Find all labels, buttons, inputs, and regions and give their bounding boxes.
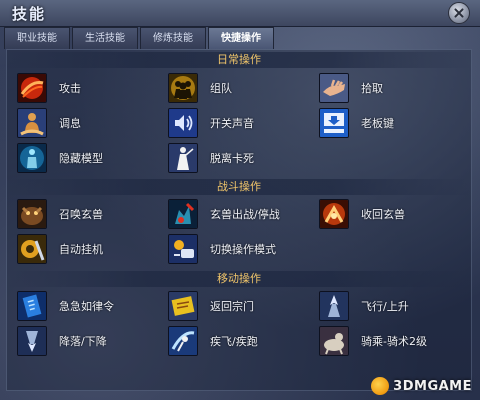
window-title: 技能 [12, 5, 47, 23]
action-label: 返回宗门 [210, 300, 254, 313]
attack-icon [17, 73, 47, 103]
action-talisman[interactable]: 急急如律令 [17, 290, 167, 324]
tab-cultivation-skills[interactable]: 修炼技能 [140, 27, 206, 49]
action-label: 骑乘-骑术2级 [361, 335, 427, 348]
sprint-icon [168, 326, 198, 356]
descend-icon [17, 326, 47, 356]
action-label: 玄兽出战/停战 [210, 208, 280, 221]
action-recall-pet[interactable]: 收回玄兽 [319, 198, 469, 232]
action-unstuck[interactable]: 脱离卡死 [168, 142, 318, 176]
action-hide-model[interactable]: 隐藏模型 [17, 142, 167, 176]
summon-pet-icon [17, 199, 47, 229]
tab-class-skills[interactable]: 职业技能 [4, 27, 70, 49]
skill-window: 技能 职业技能 生活技能 修炼技能 快捷操作 日常操作 攻击 组队 拾取 调息 … [0, 0, 480, 400]
action-fly-up[interactable]: 飞行/上升 [319, 290, 469, 324]
tab-life-skills[interactable]: 生活技能 [72, 27, 138, 49]
action-pet-battle-toggle[interactable]: 玄兽出战/停战 [168, 198, 318, 232]
auto-battle-icon [17, 234, 47, 264]
fly-up-icon [319, 291, 349, 321]
action-label: 老板键 [361, 117, 394, 130]
action-label: 拾取 [361, 82, 383, 95]
section-title-movement: 移动操作 [7, 271, 471, 287]
action-row: 攻击 组队 拾取 [7, 72, 471, 106]
action-label: 召唤玄兽 [59, 208, 103, 221]
action-label: 隐藏模型 [59, 152, 103, 165]
action-row: 降落/下降 疾飞/疾跑 骑乘-骑术2级 [7, 325, 471, 359]
talisman-icon [17, 291, 47, 321]
action-label: 收回玄兽 [361, 208, 405, 221]
action-meditate[interactable]: 调息 [17, 107, 167, 141]
action-pickup[interactable]: 拾取 [319, 72, 469, 106]
action-sound[interactable]: 开关声音 [168, 107, 318, 141]
quick-actions-panel: 日常操作 攻击 组队 拾取 调息 开关声音 老板键 隐藏模型 脱离卡死 战斗操作… [6, 49, 472, 391]
watermark: 3DMGAME [371, 376, 472, 396]
unstuck-icon [168, 143, 198, 173]
close-button[interactable] [448, 2, 470, 24]
action-switch-mode[interactable]: 切换操作模式 [168, 233, 318, 267]
action-mount[interactable]: 骑乘-骑术2级 [319, 325, 469, 359]
action-label: 降落/下降 [59, 335, 107, 348]
meditate-icon [17, 108, 47, 138]
pet-battle-toggle-icon [168, 199, 198, 229]
action-label: 急急如律令 [59, 300, 114, 313]
action-auto-battle[interactable]: 自动挂机 [17, 233, 167, 267]
action-row: 调息 开关声音 老板键 [7, 107, 471, 141]
action-label: 疾飞/疾跑 [210, 335, 258, 348]
tab-bar: 职业技能 生活技能 修炼技能 快捷操作 [4, 27, 476, 49]
sound-icon [168, 108, 198, 138]
action-attack[interactable]: 攻击 [17, 72, 167, 106]
action-label: 调息 [59, 117, 81, 130]
action-row: 召唤玄兽 玄兽出战/停战 收回玄兽 [7, 198, 471, 232]
action-row: 自动挂机 切换操作模式 [7, 233, 471, 267]
action-sprint[interactable]: 疾飞/疾跑 [168, 325, 318, 359]
action-label: 飞行/上升 [361, 300, 409, 313]
hide-model-icon [17, 143, 47, 173]
switch-mode-icon [168, 234, 198, 264]
pickup-icon [319, 73, 349, 103]
action-label: 脱离卡死 [210, 152, 254, 165]
action-summon-pet[interactable]: 召唤玄兽 [17, 198, 167, 232]
watermark-logo-icon [371, 377, 390, 395]
action-team[interactable]: 组队 [168, 72, 318, 106]
return-sect-icon [168, 291, 198, 321]
mount-icon [319, 326, 349, 356]
section-title-daily: 日常操作 [7, 52, 471, 68]
section-title-combat: 战斗操作 [7, 179, 471, 195]
team-icon [168, 73, 198, 103]
action-descend[interactable]: 降落/下降 [17, 325, 167, 359]
title-bar: 技能 [0, 0, 480, 27]
action-row: 隐藏模型 脱离卡死 [7, 142, 471, 176]
watermark-text: 3DMGAME [393, 378, 472, 394]
action-label: 切换操作模式 [210, 243, 276, 256]
action-return-sect[interactable]: 返回宗门 [168, 290, 318, 324]
recall-pet-icon [319, 199, 349, 229]
action-label: 组队 [210, 82, 232, 95]
tab-quick-actions[interactable]: 快捷操作 [208, 27, 274, 49]
action-label: 自动挂机 [59, 243, 103, 256]
action-label: 开关声音 [210, 117, 254, 130]
action-row: 急急如律令 返回宗门 飞行/上升 [7, 290, 471, 324]
action-boss-key[interactable]: 老板键 [319, 107, 469, 141]
action-label: 攻击 [59, 82, 81, 95]
boss-key-icon [319, 108, 349, 138]
